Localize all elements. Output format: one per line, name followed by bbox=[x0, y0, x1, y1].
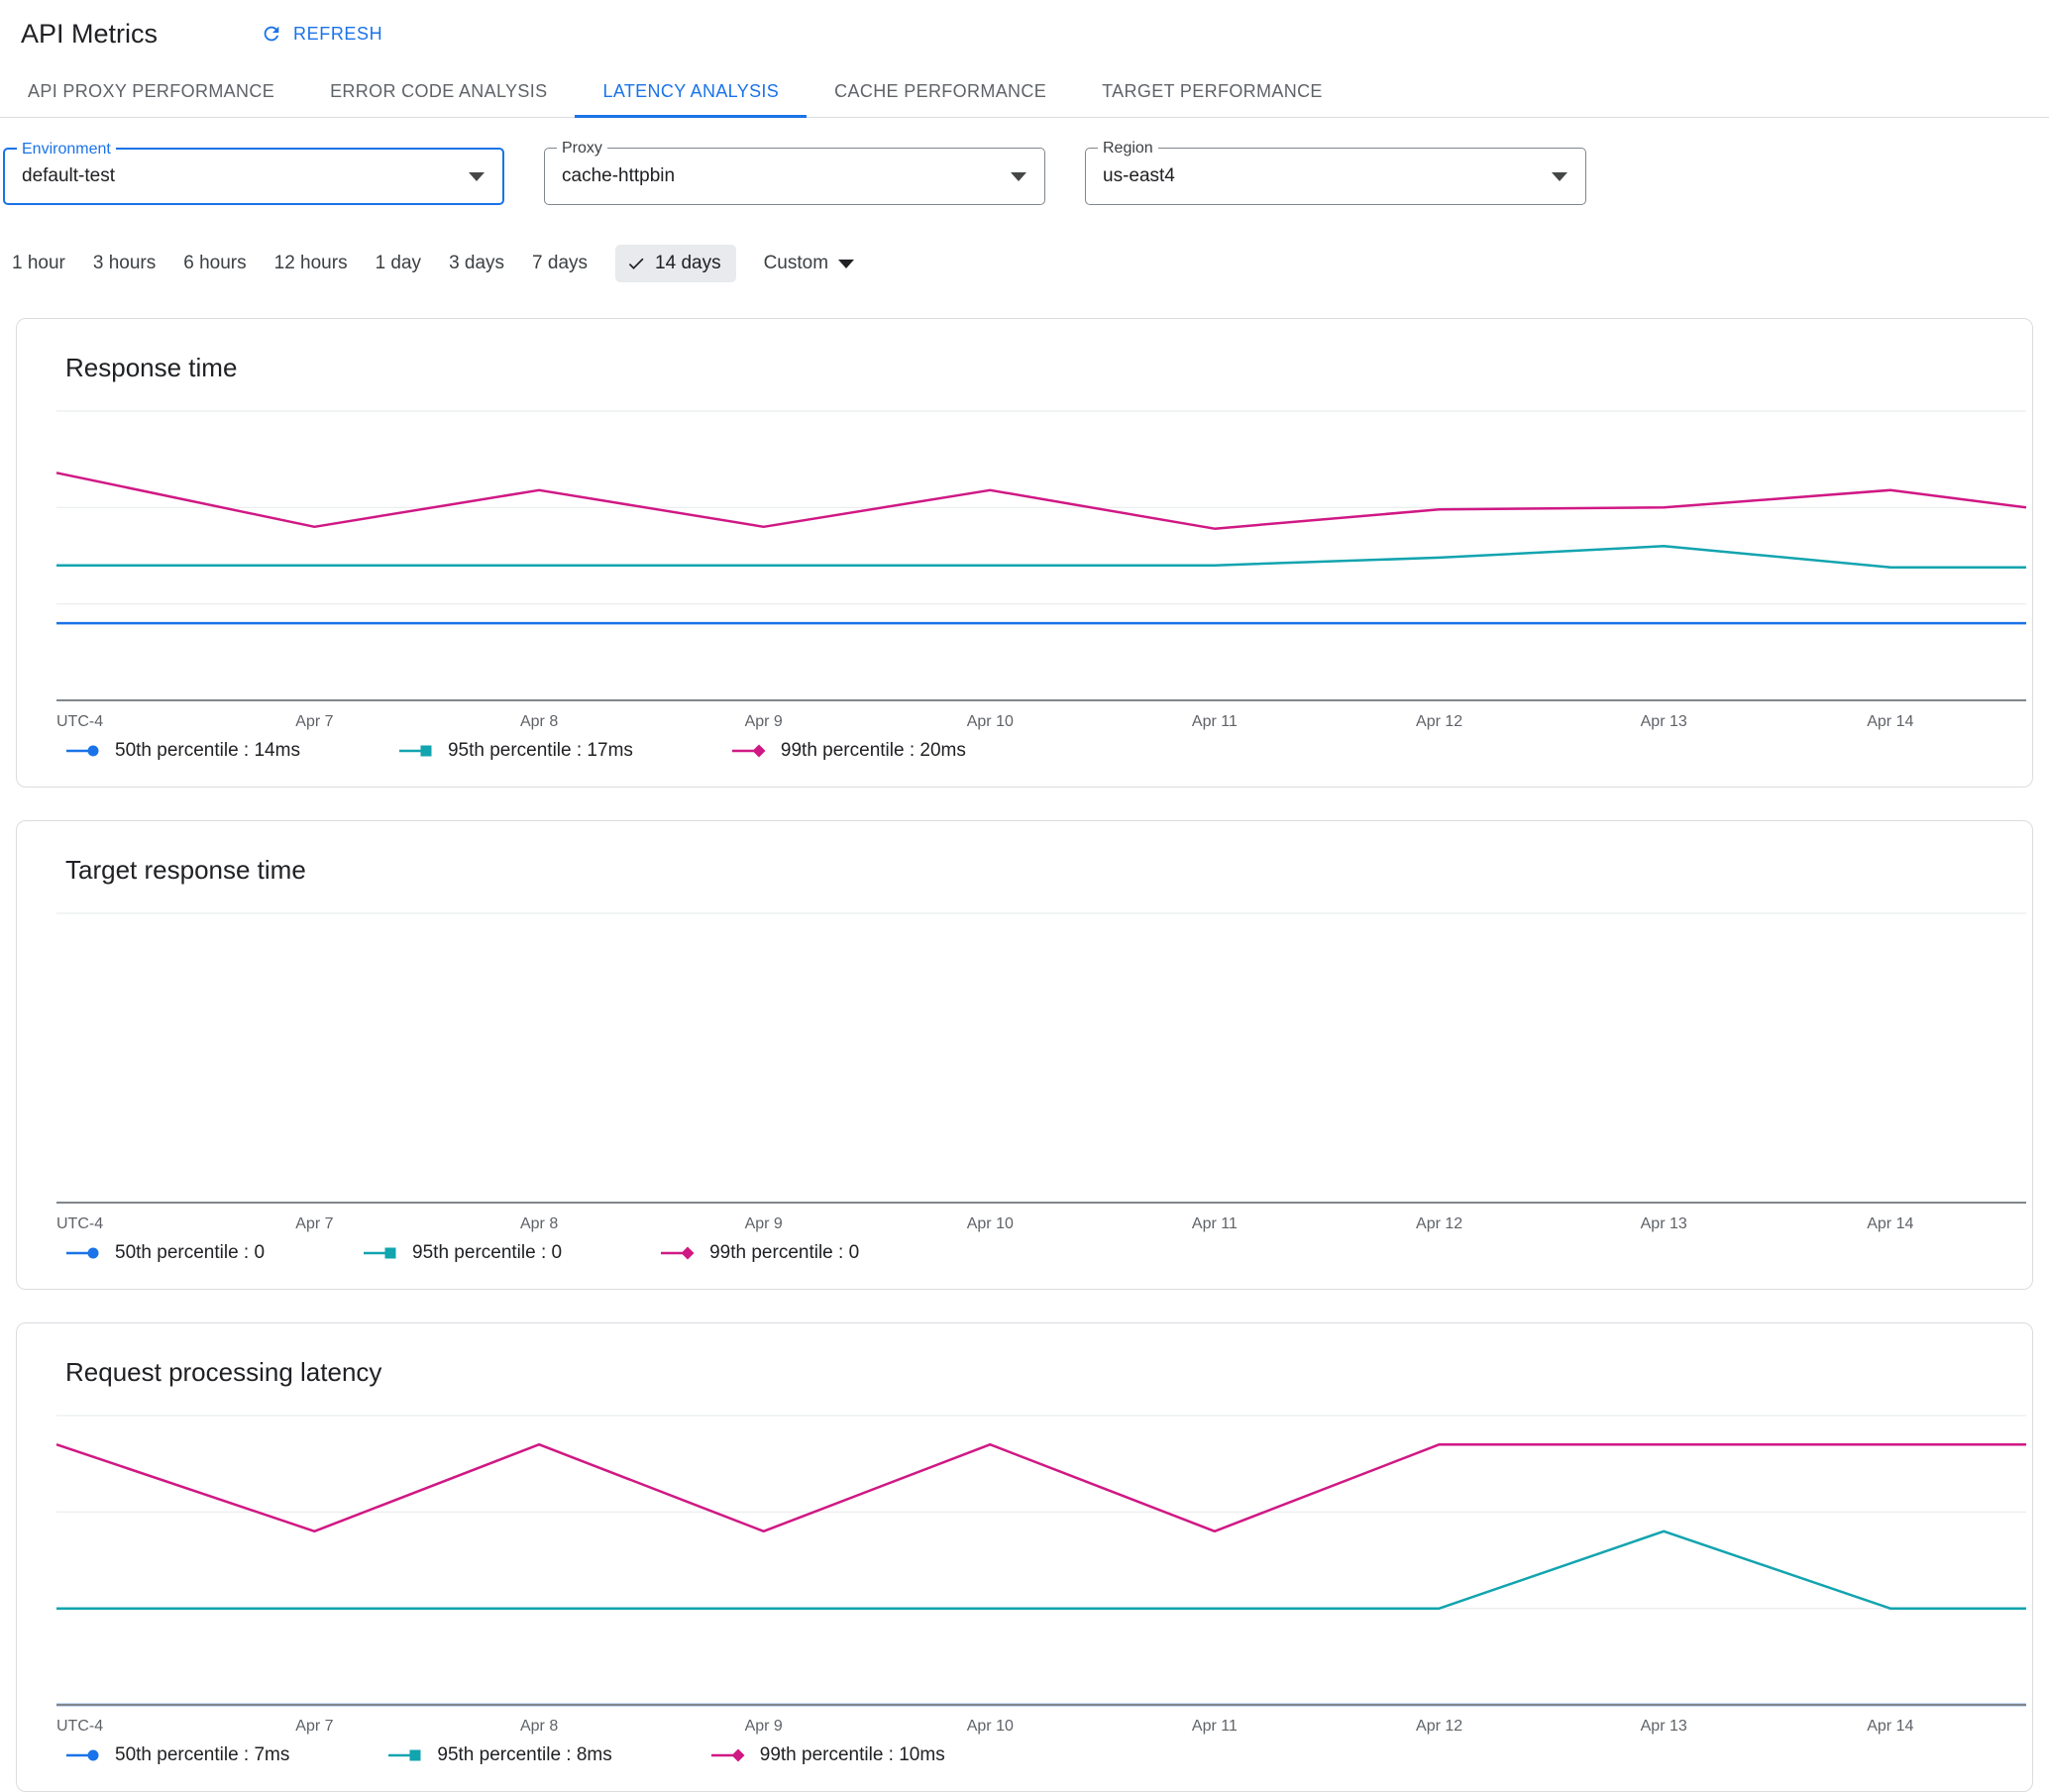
filter-bar: Environment default-test Proxy cache-htt… bbox=[3, 140, 2049, 205]
p99-line-diamond-icon bbox=[731, 743, 768, 759]
target-response-time-card: Target response time UTC-4 Apr 7 Apr 8 Apr … bbox=[16, 820, 2033, 1290]
p50-line-circle-icon bbox=[66, 743, 102, 759]
svg-text:Apr 14: Apr 14 bbox=[1867, 713, 1913, 730]
time-range-14-days-selected[interactable]: 14 days bbox=[615, 245, 736, 282]
chart-title-response-time: Response time bbox=[65, 353, 238, 382]
proxy-select[interactable]: Proxy cache-httpbin bbox=[544, 140, 1045, 205]
p95-line-square-icon bbox=[398, 743, 435, 759]
page-header: API Metrics REFRESH bbox=[0, 0, 2049, 52]
refresh-label: REFRESH bbox=[293, 23, 383, 44]
svg-text:Apr 7: Apr 7 bbox=[295, 1718, 333, 1735]
legend-item-p50[interactable]: 50th percentile : 0 bbox=[66, 1242, 265, 1264]
tab-api-proxy-performance[interactable]: API PROXY PERFORMANCE bbox=[0, 64, 302, 118]
response-time-chart: UTC-4 Apr 7 Apr 8 Apr 9 Apr 10 Apr 11 Apr 12 Ap… bbox=[17, 403, 2032, 734]
time-range-6-hours[interactable]: 6 hours bbox=[183, 253, 246, 274]
request-processing-latency-chart: UTC-4 Apr 7 Apr 8 Apr 9 Apr 10 Apr 11 Apr 12 Ap… bbox=[17, 1408, 2032, 1739]
svg-text:Apr 13: Apr 13 bbox=[1641, 713, 1687, 730]
svg-text:Apr 13: Apr 13 bbox=[1641, 1718, 1687, 1735]
svg-text:Apr 7: Apr 7 bbox=[295, 1215, 333, 1232]
refresh-icon bbox=[264, 26, 279, 42]
svg-text:Apr 14: Apr 14 bbox=[1867, 1215, 1913, 1232]
tab-cache-performance[interactable]: CACHE PERFORMANCE bbox=[807, 64, 1074, 118]
p99-line-diamond-icon bbox=[710, 1747, 747, 1763]
svg-text:Apr 11: Apr 11 bbox=[1192, 1215, 1238, 1232]
svg-text:Apr 9: Apr 9 bbox=[745, 713, 783, 730]
svg-text:Apr 12: Apr 12 bbox=[1416, 713, 1462, 730]
time-range-14-days-label: 14 days bbox=[655, 253, 721, 273]
tab-latency-analysis[interactable]: LATENCY ANALYSIS bbox=[575, 64, 808, 118]
request-processing-latency-card: Request processing latency UTC-4 Apr 7 Apr… bbox=[16, 1322, 2033, 1792]
svg-text:Apr 11: Apr 11 bbox=[1192, 713, 1238, 730]
dropdown-arrow-icon bbox=[469, 172, 485, 181]
response-time-legend: 50th percentile : 14ms 95th percentile :… bbox=[66, 740, 2032, 782]
legend-item-p95[interactable]: 95th percentile : 17ms bbox=[398, 740, 633, 762]
proxy-label: Proxy bbox=[557, 140, 607, 158]
legend-item-p99[interactable]: 99th percentile : 10ms bbox=[710, 1744, 945, 1766]
target-response-time-chart: UTC-4 Apr 7 Apr 8 Apr 9 Apr 10 Apr 11 Apr 12 Ap… bbox=[17, 905, 2032, 1236]
p50-line-circle-icon bbox=[66, 1747, 102, 1763]
svg-text:UTC-4: UTC-4 bbox=[56, 713, 103, 730]
environment-value: default-test bbox=[22, 165, 115, 186]
legend-item-p50[interactable]: 50th percentile : 7ms bbox=[66, 1744, 289, 1766]
svg-text:Apr 12: Apr 12 bbox=[1416, 1215, 1462, 1232]
time-range-12-hours[interactable]: 12 hours bbox=[274, 253, 348, 274]
tab-bar: API PROXY PERFORMANCE ERROR CODE ANALYSI… bbox=[0, 64, 2049, 118]
region-value: us-east4 bbox=[1103, 165, 1175, 186]
time-range-1-day[interactable]: 1 day bbox=[376, 253, 421, 274]
svg-text:Apr 12: Apr 12 bbox=[1416, 1718, 1462, 1735]
svg-text:Apr 10: Apr 10 bbox=[967, 1718, 1014, 1735]
time-range-1-hour[interactable]: 1 hour bbox=[12, 253, 65, 274]
svg-text:Apr 8: Apr 8 bbox=[520, 713, 558, 730]
legend-item-p50[interactable]: 50th percentile : 14ms bbox=[66, 740, 300, 762]
svg-text:Apr 10: Apr 10 bbox=[967, 713, 1014, 730]
legend-item-p95[interactable]: 95th percentile : 8ms bbox=[388, 1744, 612, 1766]
tab-error-code-analysis[interactable]: ERROR CODE ANALYSIS bbox=[302, 64, 575, 118]
time-range-7-days[interactable]: 7 days bbox=[532, 253, 588, 274]
legend-item-p99[interactable]: 99th percentile : 20ms bbox=[731, 740, 966, 762]
svg-text:Apr 11: Apr 11 bbox=[1192, 1718, 1238, 1735]
p50-line-circle-icon bbox=[66, 1245, 102, 1261]
time-range-bar: 1 hour 3 hours 6 hours 12 hours 1 day 3 … bbox=[12, 245, 2049, 282]
svg-text:Apr 13: Apr 13 bbox=[1641, 1215, 1687, 1232]
chart-title-request-processing-latency: Request processing latency bbox=[65, 1357, 382, 1387]
svg-text:Apr 7: Apr 7 bbox=[295, 713, 333, 730]
svg-text:Apr 8: Apr 8 bbox=[520, 1718, 558, 1735]
svg-text:UTC-4: UTC-4 bbox=[56, 1215, 103, 1232]
request-processing-latency-legend: 50th percentile : 7ms 95th percentile : … bbox=[66, 1744, 2032, 1786]
svg-text:Apr 14: Apr 14 bbox=[1867, 1718, 1913, 1735]
dropdown-arrow-icon bbox=[1552, 172, 1567, 181]
region-label: Region bbox=[1098, 140, 1158, 158]
custom-label: Custom bbox=[763, 253, 829, 273]
time-range-3-hours[interactable]: 3 hours bbox=[93, 253, 156, 274]
p99-line-diamond-icon bbox=[661, 1245, 697, 1261]
dropdown-arrow-icon bbox=[1011, 172, 1026, 181]
environment-label: Environment bbox=[17, 141, 116, 158]
svg-text:Apr 10: Apr 10 bbox=[967, 1215, 1014, 1232]
svg-text:UTC-4: UTC-4 bbox=[56, 1718, 103, 1735]
target-response-time-legend: 50th percentile : 0 95th percentile : 0 … bbox=[66, 1242, 2032, 1284]
time-range-3-days[interactable]: 3 days bbox=[449, 253, 504, 274]
proxy-value: cache-httpbin bbox=[562, 165, 676, 186]
p95-line-square-icon bbox=[388, 1747, 424, 1763]
legend-item-p99[interactable]: 99th percentile : 0 bbox=[661, 1242, 859, 1264]
region-select[interactable]: Region us-east4 bbox=[1085, 140, 1586, 205]
tab-target-performance[interactable]: TARGET PERFORMANCE bbox=[1074, 64, 1350, 118]
response-time-card: Response time UTC-4 Apr 7 Apr 8 Apr 9 Apr 10… bbox=[16, 318, 2033, 788]
legend-item-p95[interactable]: 95th percentile : 0 bbox=[364, 1242, 562, 1264]
refresh-button[interactable]: REFRESH bbox=[261, 23, 382, 45]
svg-text:Apr 9: Apr 9 bbox=[745, 1215, 783, 1232]
check-icon bbox=[628, 258, 644, 269]
page-title: API Metrics bbox=[21, 18, 159, 49]
chart-title-target-response-time: Target response time bbox=[65, 855, 306, 885]
environment-select[interactable]: Environment default-test bbox=[3, 141, 504, 205]
svg-text:Apr 9: Apr 9 bbox=[745, 1718, 783, 1735]
chevron-down-icon bbox=[838, 259, 855, 268]
time-range-custom[interactable]: Custom bbox=[763, 253, 855, 274]
p95-line-square-icon bbox=[364, 1245, 399, 1261]
svg-text:Apr 8: Apr 8 bbox=[520, 1215, 558, 1232]
